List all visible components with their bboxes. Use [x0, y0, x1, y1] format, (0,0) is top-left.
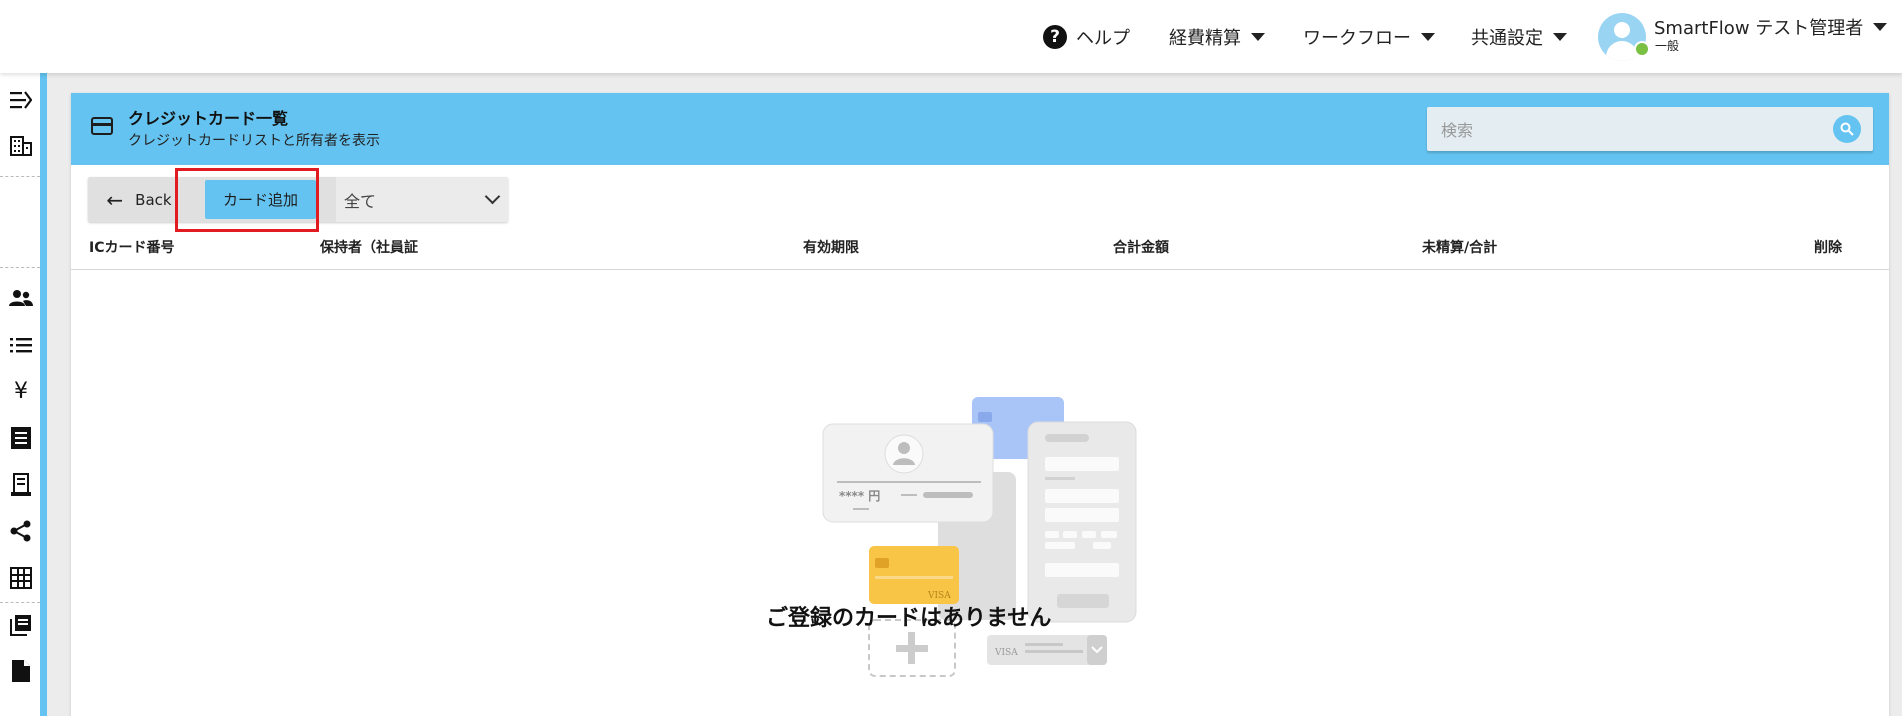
caret-down-icon	[1251, 32, 1265, 41]
page-title: クレジットカード一覧	[128, 109, 289, 128]
help-link[interactable]: ? ヘルプ	[1043, 0, 1130, 73]
column-header-expiry[interactable]: 有効期限	[803, 237, 859, 257]
back-label: Back	[135, 190, 172, 209]
menu-workflow-label: ワークフロー	[1303, 27, 1411, 49]
menu-common-settings-label: 共通設定	[1471, 27, 1543, 49]
people-icon[interactable]	[6, 283, 36, 313]
small-card-brand: VISA	[994, 648, 1018, 658]
online-status-icon	[1634, 41, 1650, 57]
column-header-holder[interactable]: 保持者（社員証	[320, 237, 418, 257]
caret-down-icon	[1553, 32, 1567, 41]
document-list-icon[interactable]	[6, 423, 36, 453]
search-icon	[1840, 122, 1854, 136]
menu-expense[interactable]: 経費精算	[1169, 0, 1265, 73]
toolbar: ← Back カード追加 全て	[88, 177, 508, 222]
arrow-left-icon: ←	[106, 187, 124, 212]
credit-card-icon	[91, 117, 113, 135]
sidebar-divider	[0, 176, 40, 177]
filter-select[interactable]: 全て	[336, 177, 508, 222]
share-icon[interactable]	[6, 516, 36, 546]
avatar-body	[1606, 41, 1638, 61]
column-header-ic-card-number[interactable]: ICカード番号	[89, 237, 174, 257]
user-name: SmartFlow テスト管理者	[1654, 18, 1864, 39]
filter-value: 全て	[344, 191, 377, 211]
column-header-unsettled-total[interactable]: 未精算/合計	[1422, 237, 1497, 257]
column-header-total-amount[interactable]: 合計金額	[1113, 237, 1169, 257]
panel-header: クレジットカード一覧 クレジットカードリストと所有者を表示	[71, 93, 1889, 165]
add-card-button[interactable]: カード追加	[205, 180, 316, 219]
search-button[interactable]	[1833, 115, 1861, 143]
building-icon[interactable]	[6, 131, 36, 161]
help-icon: ?	[1043, 24, 1067, 49]
user-role: 一般	[1655, 39, 1680, 53]
menu-workflow[interactable]: ワークフロー	[1303, 0, 1435, 73]
search-box	[1427, 107, 1873, 153]
caret-down-icon	[1421, 32, 1435, 41]
card-amount-text: **** 円	[839, 489, 880, 503]
page-subtitle: クレジットカードリストと所有者を表示	[128, 133, 380, 149]
user-menu[interactable]: SmartFlow テスト管理者	[1654, 14, 1888, 40]
receipt-icon[interactable]	[6, 470, 36, 500]
list-icon[interactable]	[6, 330, 36, 360]
sidebar: ¥	[0, 73, 47, 716]
expand-menu-icon[interactable]	[6, 85, 36, 115]
grid-icon[interactable]	[6, 563, 36, 593]
empty-state-message: ご登録のカードはありません	[766, 606, 1052, 631]
sidebar-divider	[0, 602, 40, 603]
caret-down-icon	[1873, 23, 1888, 31]
empty-state-illustration: **** 円 VISA VISA	[822, 397, 1137, 677]
column-header-delete[interactable]: 削除	[1814, 237, 1842, 257]
top-bar: ? ヘルプ 経費精算 ワークフロー 共通設定 SmartFlow テスト管理者 …	[0, 0, 1902, 73]
chevron-down-icon	[484, 188, 501, 205]
table-header: ICカード番号 保持者（社員証 有効期限 合計金額 未精算/合計 削除	[71, 237, 1889, 270]
search-input[interactable]	[1439, 107, 1823, 153]
file-icon[interactable]	[6, 656, 36, 686]
yen-icon[interactable]: ¥	[6, 376, 36, 406]
avatar-head	[1614, 22, 1630, 38]
help-label: ヘルプ	[1076, 27, 1130, 49]
menu-expense-label: 経費精算	[1169, 27, 1241, 49]
sidebar-divider	[0, 267, 40, 268]
back-button[interactable]: ← Back	[88, 177, 190, 222]
menu-common-settings[interactable]: 共通設定	[1471, 0, 1567, 73]
library-icon[interactable]	[6, 610, 36, 640]
